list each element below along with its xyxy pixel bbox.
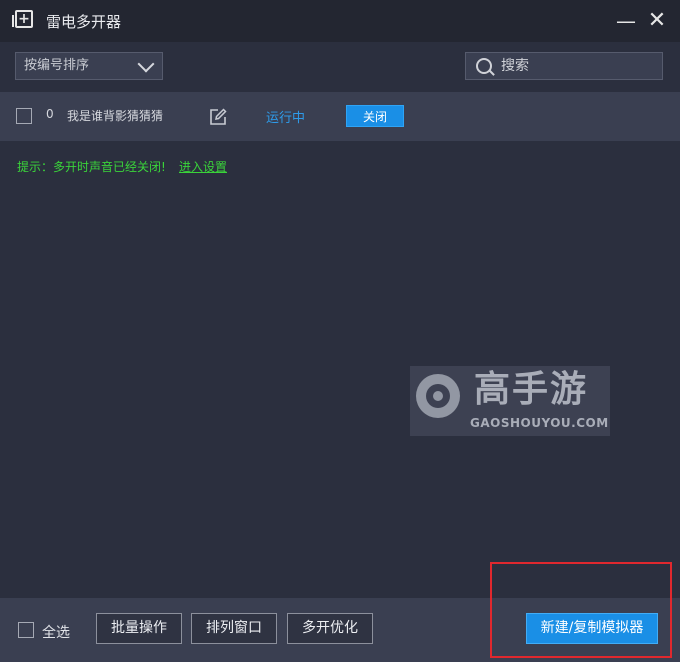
instance-row: 0 我是谁背影猜猜猜 运行中 关闭 bbox=[0, 92, 680, 141]
multi-optimize-button[interactable]: 多开优化 bbox=[287, 613, 373, 644]
instance-index: 0 bbox=[46, 107, 54, 121]
instance-close-button[interactable]: 关闭 bbox=[346, 105, 404, 127]
watermark-logo: 高手游 GAOSHOUYOU.COM bbox=[410, 366, 610, 436]
sound-tip: 提示：多开时声音已经关闭! bbox=[17, 160, 166, 174]
close-window-button[interactable]: ✕ bbox=[644, 8, 670, 34]
app-window-icon: + bbox=[12, 10, 33, 28]
toolbar: 按编号排序 搜索 bbox=[0, 42, 680, 92]
search-icon bbox=[476, 58, 492, 74]
watermark-en: GAOSHOUYOU.COM bbox=[470, 416, 609, 430]
edit-icon[interactable] bbox=[209, 108, 227, 126]
footer-bar: 全选 批量操作 排列窗口 多开优化 新建/复制模拟器 bbox=[0, 598, 680, 662]
select-all-label[interactable]: 全选 bbox=[42, 622, 70, 642]
settings-link[interactable]: 进入设置 bbox=[179, 158, 227, 175]
watermark-cn: 高手游 bbox=[474, 369, 589, 410]
chevron-down-icon bbox=[137, 55, 155, 73]
batch-operation-button[interactable]: 批量操作 bbox=[96, 613, 182, 644]
gaoshouyou-logo-icon bbox=[416, 374, 460, 418]
search-input[interactable]: 搜索 bbox=[465, 52, 663, 80]
minimize-button[interactable]: — bbox=[613, 8, 639, 34]
instance-status: 运行中 bbox=[266, 111, 306, 126]
select-all-checkbox[interactable] bbox=[18, 622, 34, 638]
instance-name: 我是谁背影猜猜猜 bbox=[67, 109, 164, 123]
instance-checkbox[interactable] bbox=[16, 108, 32, 124]
new-copy-emulator-button[interactable]: 新建/复制模拟器 bbox=[526, 613, 658, 644]
arrange-windows-button[interactable]: 排列窗口 bbox=[191, 613, 277, 644]
title-bar: + 雷电多开器 — ✕ bbox=[0, 0, 680, 42]
window-title: 雷电多开器 bbox=[46, 13, 122, 31]
sort-dropdown[interactable]: 按编号排序 bbox=[15, 52, 163, 80]
sort-dropdown-value: 按编号排序 bbox=[24, 58, 90, 73]
search-placeholder: 搜索 bbox=[501, 58, 529, 74]
